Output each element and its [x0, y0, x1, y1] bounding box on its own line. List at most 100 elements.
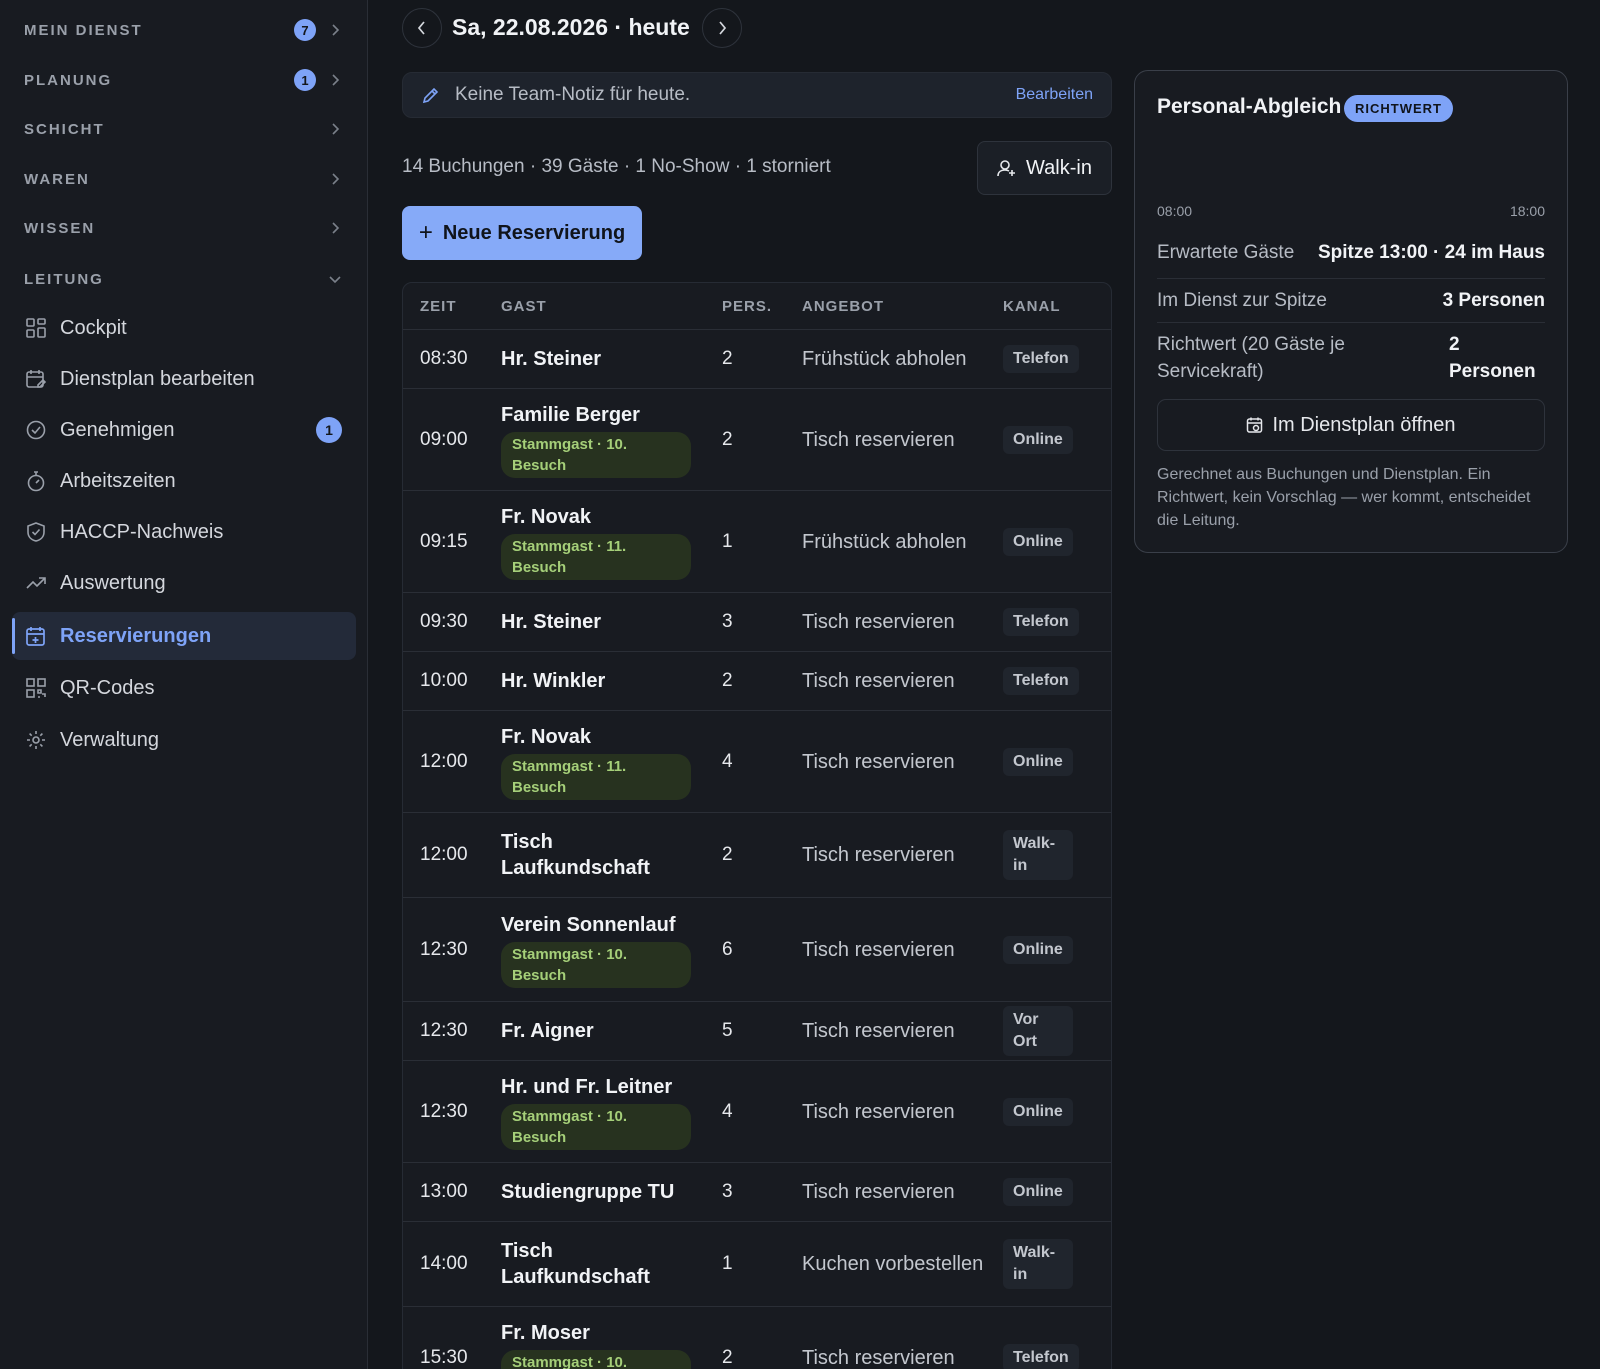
- section-leitung[interactable]: LEITUNG: [24, 264, 342, 294]
- table-row[interactable]: 12:30 Fr. Aigner 5 Tisch reservieren Vor Ort: [403, 1002, 1111, 1061]
- section-badge: 7: [294, 19, 316, 41]
- table-row[interactable]: 12:00 Fr. Novak Stammgast · 11. Besuch 4 Tis…: [403, 711, 1111, 813]
- sidebar-item-auswertung[interactable]: Auswertung: [12, 559, 356, 607]
- sidebar-item-label: Reservierungen: [60, 624, 212, 647]
- party-size: 1: [722, 530, 733, 552]
- reservation-time: 12:30: [420, 938, 468, 960]
- channel-badge: Telefon: [1003, 345, 1079, 373]
- guest-name: Hr. und Fr. Leitner: [501, 1075, 673, 1098]
- guest-name: Fr. Novak: [501, 725, 592, 748]
- guest-name: Verein Sonnenlauf: [501, 913, 676, 936]
- next-day-button[interactable]: [702, 8, 742, 48]
- reservation-time: 09:15: [420, 530, 468, 552]
- new-reservation-button[interactable]: + Neue Reservierung: [402, 206, 642, 260]
- party-size: 2: [722, 428, 733, 450]
- table-row[interactable]: 13:00 Studiengruppe TU 3 Tisch reservieren O…: [403, 1163, 1111, 1222]
- edit-note-link[interactable]: Bearbeiten: [1016, 86, 1093, 104]
- table-row[interactable]: 09:30 Hr. Steiner 3 Tisch reservieren Telefo…: [403, 593, 1111, 652]
- page-title: Sa, 22.08.2026 · heute: [452, 14, 690, 40]
- section-mein-dienst[interactable]: MEIN DIENST 7: [24, 15, 342, 45]
- guest-cell: Familie Berger Stammgast · 10. Besuch: [501, 402, 701, 478]
- table-row[interactable]: 10:00 Hr. Winkler 2 Tisch reservieren Telefo…: [403, 652, 1111, 711]
- channel-cell: Telefon: [1003, 1343, 1079, 1369]
- metric-label: Im Dienst zur Spitze: [1157, 290, 1327, 311]
- regular-guest-tag: Stammgast · 11. Besuch: [501, 533, 691, 580]
- sidebar-item-verwaltung[interactable]: Verwaltung: [12, 716, 356, 764]
- offer: Tisch reservieren: [802, 844, 955, 866]
- reservation-time: 09:30: [420, 611, 468, 632]
- table-row[interactable]: 14:00 Tisch Laufkundschaft 1 Kuchen vorbest…: [403, 1222, 1111, 1307]
- section-label: PLANUNG: [24, 71, 113, 89]
- card-footnote: Gerechnet aus Buchungen und Dienstplan. …: [1157, 466, 1531, 529]
- offer: Tisch reservieren: [802, 1100, 955, 1123]
- channel-cell: Online: [1003, 935, 1073, 964]
- metric-label: Richtwert (20 Gäste je Servicekraft): [1157, 334, 1345, 382]
- section-wissen[interactable]: WISSEN: [24, 213, 342, 243]
- regular-guest-tag: Stammgast · 10. Besuch: [501, 941, 691, 988]
- guest-name: Fr. Moser: [501, 1321, 590, 1344]
- table-row[interactable]: 12:30 Verein Sonnenlauf Stammgast · 10. Be…: [403, 898, 1111, 1002]
- guest-cell: Fr. Novak Stammgast · 11. Besuch: [501, 504, 701, 580]
- guest-name: Tisch Laufkundschaft: [501, 1240, 650, 1288]
- channel-cell: Online: [1003, 527, 1073, 556]
- calendar-clock-icon: [1247, 417, 1263, 433]
- chevron-right-icon: [328, 221, 342, 235]
- sidebar-item-haccp[interactable]: HACCP-Nachweis: [12, 508, 356, 556]
- reservation-time: 09:00: [420, 428, 468, 450]
- section-schicht[interactable]: SCHICHT: [24, 114, 342, 144]
- sidebar-item-reservierungen[interactable]: Reservierungen: [12, 612, 356, 660]
- open-roster-button[interactable]: Im Dienstplan öffnen: [1157, 399, 1545, 451]
- offer: Kuchen vorbestellen: [802, 1253, 984, 1275]
- sidebar-item-arbeitszeiten[interactable]: Arbeitszeiten: [12, 457, 356, 505]
- sidebar-item-dienstplan[interactable]: Dienstplan bearbeiten: [12, 355, 356, 403]
- guest-cell: Verein Sonnenlauf Stammgast · 10. Besuch: [501, 912, 701, 988]
- regular-guest-tag: Stammgast · 10. Besuch: [501, 431, 691, 478]
- column-header: ANGEBOT: [802, 298, 884, 315]
- card-title: Personal-Abgleich: [1157, 95, 1342, 118]
- calendar-edit-icon: [24, 367, 48, 391]
- channel-cell: Online: [1003, 1097, 1073, 1126]
- sidebar-item-cockpit[interactable]: Cockpit: [12, 304, 356, 352]
- section-label: WISSEN: [24, 219, 96, 237]
- channel-badge: Online: [1003, 527, 1073, 556]
- party-size: 2: [722, 844, 733, 865]
- prev-day-button[interactable]: [402, 8, 442, 48]
- party-size: 2: [722, 670, 733, 691]
- shield-check-icon: [24, 520, 48, 544]
- offer: Tisch reservieren: [802, 670, 955, 692]
- guest-cell: Fr. Aigner: [501, 1018, 701, 1044]
- section-waren[interactable]: WAREN: [24, 164, 342, 194]
- channel-cell: Online: [1003, 747, 1073, 776]
- sidebar-item-genehmigen[interactable]: Genehmigen 1: [12, 406, 356, 454]
- offer: Tisch reservieren: [802, 938, 955, 961]
- offer: Tisch reservieren: [802, 611, 955, 633]
- chevron-right-icon: [328, 122, 342, 136]
- channel-cell: Online: [1003, 425, 1073, 454]
- column-header: ZEIT: [420, 298, 457, 315]
- table-row[interactable]: 09:00 Familie Berger Stammgast · 10. Besuc…: [403, 389, 1111, 491]
- reservation-time: 15:30: [420, 1346, 468, 1368]
- team-note-text: Keine Team-Notiz für heute.: [455, 84, 691, 105]
- walk-in-button[interactable]: Walk-in: [977, 141, 1112, 195]
- table-row[interactable]: 15:30 Fr. Moser Stammgast · 10. Besuch 2 Tis…: [403, 1307, 1111, 1369]
- timeline-start: 08:00: [1157, 203, 1193, 219]
- channel-cell: Walk-in: [1003, 830, 1073, 880]
- sidebar-item-qr-codes[interactable]: QR-Codes: [12, 664, 356, 712]
- table-row[interactable]: 08:30 Hr. Steiner 2 Frühstück abholen Telefo…: [403, 330, 1111, 389]
- calendar-plus-icon: [24, 624, 48, 648]
- reservation-time: 13:00: [420, 1181, 468, 1202]
- channel-cell: Online: [1003, 1178, 1073, 1206]
- guest-name: Fr. Novak: [501, 505, 592, 528]
- reservations-table: ZEIT GAST PERS. ANGEBOT KANAL 08:30 Hr. S…: [402, 282, 1112, 1369]
- chevron-down-icon: [328, 272, 342, 286]
- section-planung[interactable]: PLANUNG 1: [24, 65, 342, 95]
- reservation-time: 12:30: [420, 1020, 468, 1041]
- table-row[interactable]: 12:00 Tisch Laufkundschaft 2 Tisch reservie…: [403, 813, 1111, 898]
- party-size: 5: [722, 1020, 733, 1041]
- section-badge: 1: [294, 69, 316, 91]
- table-row[interactable]: 12:30 Hr. und Fr. Leitner Stammgast · 10. …: [403, 1061, 1111, 1163]
- reservation-time: 12:00: [420, 844, 468, 865]
- staff-balance-card: Personal-Abgleich RICHTWERT 08:00 18:00 …: [1134, 70, 1568, 553]
- offer: Tisch reservieren: [802, 428, 955, 451]
- table-row[interactable]: 09:15 Fr. Novak Stammgast · 11. Besuch 1 Frü…: [403, 491, 1111, 593]
